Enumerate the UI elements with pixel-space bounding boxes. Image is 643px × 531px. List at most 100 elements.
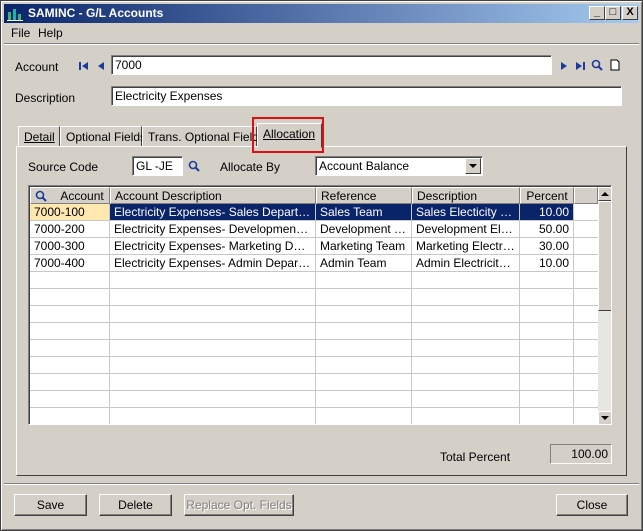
cell-percent[interactable]: 10.00: [520, 255, 574, 272]
cell-account[interactable]: 7000-100: [30, 204, 110, 221]
cell-reference[interactable]: [316, 289, 412, 306]
table-row[interactable]: [30, 391, 598, 408]
cell-description[interactable]: [412, 340, 520, 357]
scroll-up-button[interactable]: [598, 187, 611, 201]
cell-percent[interactable]: [520, 374, 574, 391]
cell-percent[interactable]: [520, 323, 574, 340]
cell-account-description[interactable]: [110, 357, 316, 374]
cell-reference[interactable]: [316, 272, 412, 289]
cell-description[interactable]: [412, 357, 520, 374]
cell-account-description[interactable]: [110, 289, 316, 306]
cell-description[interactable]: [412, 408, 520, 424]
cell-percent[interactable]: [520, 408, 574, 424]
cell-account-description[interactable]: [110, 323, 316, 340]
cell-account[interactable]: [30, 306, 110, 323]
cell-account[interactable]: [30, 272, 110, 289]
tab-optional-fields[interactable]: Optional Fields: [60, 126, 146, 147]
cell-account-description[interactable]: [110, 340, 316, 357]
close-window-button[interactable]: X: [622, 6, 638, 20]
allocation-grid[interactable]: Account Account Description Reference De…: [28, 185, 612, 425]
grid-header-reference[interactable]: Reference: [316, 187, 412, 204]
cell-description[interactable]: [412, 306, 520, 323]
cell-description[interactable]: Marketing Electrici...: [412, 238, 520, 255]
table-row[interactable]: [30, 272, 598, 289]
cell-account-description[interactable]: Electricity Expenses- Admin Department: [110, 255, 316, 272]
source-code-input[interactable]: GL -JE: [132, 156, 183, 176]
cell-reference[interactable]: [316, 340, 412, 357]
cell-description[interactable]: Development Elec...: [412, 221, 520, 238]
cell-percent[interactable]: [520, 357, 574, 374]
allocate-by-dropdown-button[interactable]: [465, 158, 481, 174]
table-row[interactable]: 7000-400 Electricity Expenses- Admin Depa…: [30, 255, 598, 272]
cell-account[interactable]: [30, 289, 110, 306]
save-button[interactable]: Save: [14, 494, 87, 516]
cell-percent[interactable]: [520, 340, 574, 357]
cell-reference[interactable]: [316, 391, 412, 408]
cell-account-description[interactable]: [110, 408, 316, 424]
cell-percent[interactable]: 30.00: [520, 238, 574, 255]
cell-account[interactable]: [30, 323, 110, 340]
cell-percent[interactable]: [520, 306, 574, 323]
cell-account[interactable]: 7000-300: [30, 238, 110, 255]
grid-header-percent[interactable]: Percent: [520, 187, 574, 204]
cell-account-description[interactable]: Electricity Expenses- Sales Department: [110, 204, 316, 221]
table-row[interactable]: [30, 340, 598, 357]
cell-percent[interactable]: [520, 272, 574, 289]
previous-record-icon[interactable]: [95, 60, 107, 72]
table-row[interactable]: 7000-200 Electricity Expenses- Developmen…: [30, 221, 598, 238]
cell-description[interactable]: Sales Electicity ex...: [412, 204, 520, 221]
delete-button[interactable]: Delete: [99, 494, 172, 516]
cell-account[interactable]: 7000-200: [30, 221, 110, 238]
first-record-icon[interactable]: [78, 60, 90, 72]
table-row[interactable]: 7000-300 Electricity Expenses- Marketing …: [30, 238, 598, 255]
cell-account-description[interactable]: [110, 391, 316, 408]
cell-account[interactable]: 7000-400: [30, 255, 110, 272]
cell-percent[interactable]: [520, 391, 574, 408]
cell-percent[interactable]: 10.00: [520, 204, 574, 221]
cell-reference[interactable]: Development T...: [316, 221, 412, 238]
tab-detail[interactable]: Detail: [18, 126, 60, 147]
search-icon[interactable]: [35, 190, 47, 202]
cell-description[interactable]: Admin Electricity E...: [412, 255, 520, 272]
cell-description[interactable]: [412, 289, 520, 306]
minimize-button[interactable]: _: [589, 6, 605, 20]
cell-account[interactable]: [30, 357, 110, 374]
cell-reference[interactable]: Admin Team: [316, 255, 412, 272]
cell-account-description[interactable]: [110, 306, 316, 323]
cell-reference[interactable]: [316, 374, 412, 391]
cell-description[interactable]: [412, 374, 520, 391]
cell-reference[interactable]: [316, 323, 412, 340]
table-row[interactable]: [30, 306, 598, 323]
next-record-icon[interactable]: [558, 60, 570, 72]
cell-percent[interactable]: 50.00: [520, 221, 574, 238]
last-record-icon[interactable]: [574, 60, 586, 72]
table-row[interactable]: 7000-100 Electricity Expenses- Sales Depa…: [30, 204, 598, 221]
tab-trans-optional-fields[interactable]: Trans. Optional Fields: [142, 126, 265, 147]
cell-description[interactable]: [412, 323, 520, 340]
cell-account-description[interactable]: Electricity Expenses- Development De...: [110, 221, 316, 238]
maximize-button[interactable]: □: [605, 6, 621, 20]
allocate-by-select[interactable]: Account Balance: [315, 156, 483, 176]
cell-description[interactable]: [412, 391, 520, 408]
cell-reference[interactable]: Sales Team: [316, 204, 412, 221]
cell-account-description[interactable]: [110, 374, 316, 391]
cell-reference[interactable]: [316, 408, 412, 424]
menu-file[interactable]: File: [11, 26, 30, 40]
grid-header-description[interactable]: Description: [412, 187, 520, 204]
table-row[interactable]: [30, 374, 598, 391]
table-row[interactable]: [30, 357, 598, 374]
grid-vertical-scrollbar[interactable]: [598, 187, 611, 424]
new-document-icon[interactable]: [609, 59, 621, 71]
cell-account-description[interactable]: [110, 272, 316, 289]
cell-account-description[interactable]: Electricity Expenses- Marketing Depart..…: [110, 238, 316, 255]
account-input[interactable]: 7000: [111, 55, 552, 75]
cell-percent[interactable]: [520, 289, 574, 306]
cell-account[interactable]: [30, 340, 110, 357]
scroll-down-button[interactable]: [598, 411, 611, 424]
cell-reference[interactable]: Marketing Team: [316, 238, 412, 255]
table-row[interactable]: [30, 289, 598, 306]
cell-account[interactable]: [30, 408, 110, 424]
grid-header-account-description[interactable]: Account Description: [110, 187, 316, 204]
cell-reference[interactable]: [316, 357, 412, 374]
finder-icon[interactable]: [591, 59, 603, 71]
